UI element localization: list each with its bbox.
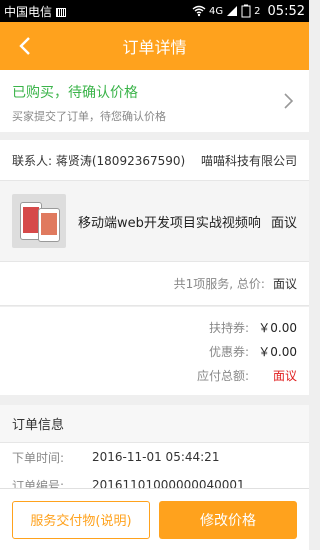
deliverables-button[interactable]: 服务交付物(说明) xyxy=(12,500,150,539)
contact-person: 联系人: 蒋贤涛(18092367590) xyxy=(12,153,186,168)
status-bar: 中国电信 4G 2 05:52 xyxy=(0,0,309,22)
order-time-row: 下单时间: 2016-11-01 05:44:21 xyxy=(12,450,220,465)
fee-row-support-coupon: 扶持券: ￥0.00 xyxy=(208,320,297,335)
clock: 05:52 xyxy=(267,3,305,19)
product-price: 面议 xyxy=(270,215,297,231)
total-label: 共1项服务, 总价: xyxy=(173,277,265,291)
network-badge: 4G xyxy=(209,5,224,17)
fee-summary: 扶持券: ￥0.00 优惠券: ￥0.00 应付总额: 面议 xyxy=(0,307,309,395)
total-row: 共1项服务, 总价: 面议 xyxy=(0,262,309,306)
cell-signal-icon xyxy=(227,6,238,16)
status-icons: 4G 2 05:52 xyxy=(192,4,305,19)
product-item[interactable]: 移动端web开发项目实战视频响 面议 xyxy=(0,180,309,262)
app-header: 订单详情 xyxy=(0,22,309,70)
fee-row-discount-coupon: 优惠券: ￥0.00 xyxy=(208,344,297,359)
signal-icon xyxy=(56,7,67,17)
modify-price-button[interactable]: 修改价格 xyxy=(159,500,297,539)
page-title: 订单详情 xyxy=(122,38,187,57)
carrier-name: 中国电信 xyxy=(4,3,192,20)
battery-icon xyxy=(241,4,251,18)
company-name: 喵喵科技有限公司 xyxy=(200,153,297,168)
fee-row-amount-due: 应付总额: 面议 xyxy=(196,368,297,383)
contact-row: 联系人: 蒋贤涛(18092367590) 喵喵科技有限公司 xyxy=(0,140,309,180)
bottom-action-bar: 服务交付物(说明) 修改价格 xyxy=(0,488,309,550)
order-info-title: 订单信息 xyxy=(0,405,309,443)
order-status-main: 已购买，待确认价格 xyxy=(12,85,138,101)
chevron-left-icon[interactable] xyxy=(14,34,38,58)
chevron-right-icon xyxy=(284,93,294,109)
total-value: 面议 xyxy=(272,277,297,291)
product-thumbnail xyxy=(12,194,66,248)
order-status-card[interactable]: 已购买，待确认价格 买家提交了订单，待您确认价格 xyxy=(0,70,309,132)
battery-level: 2 xyxy=(254,5,261,17)
wifi-icon xyxy=(192,5,206,17)
product-name: 移动端web开发项目实战视频响 xyxy=(78,215,261,231)
order-status-sub: 买家提交了订单，待您确认价格 xyxy=(12,110,166,123)
